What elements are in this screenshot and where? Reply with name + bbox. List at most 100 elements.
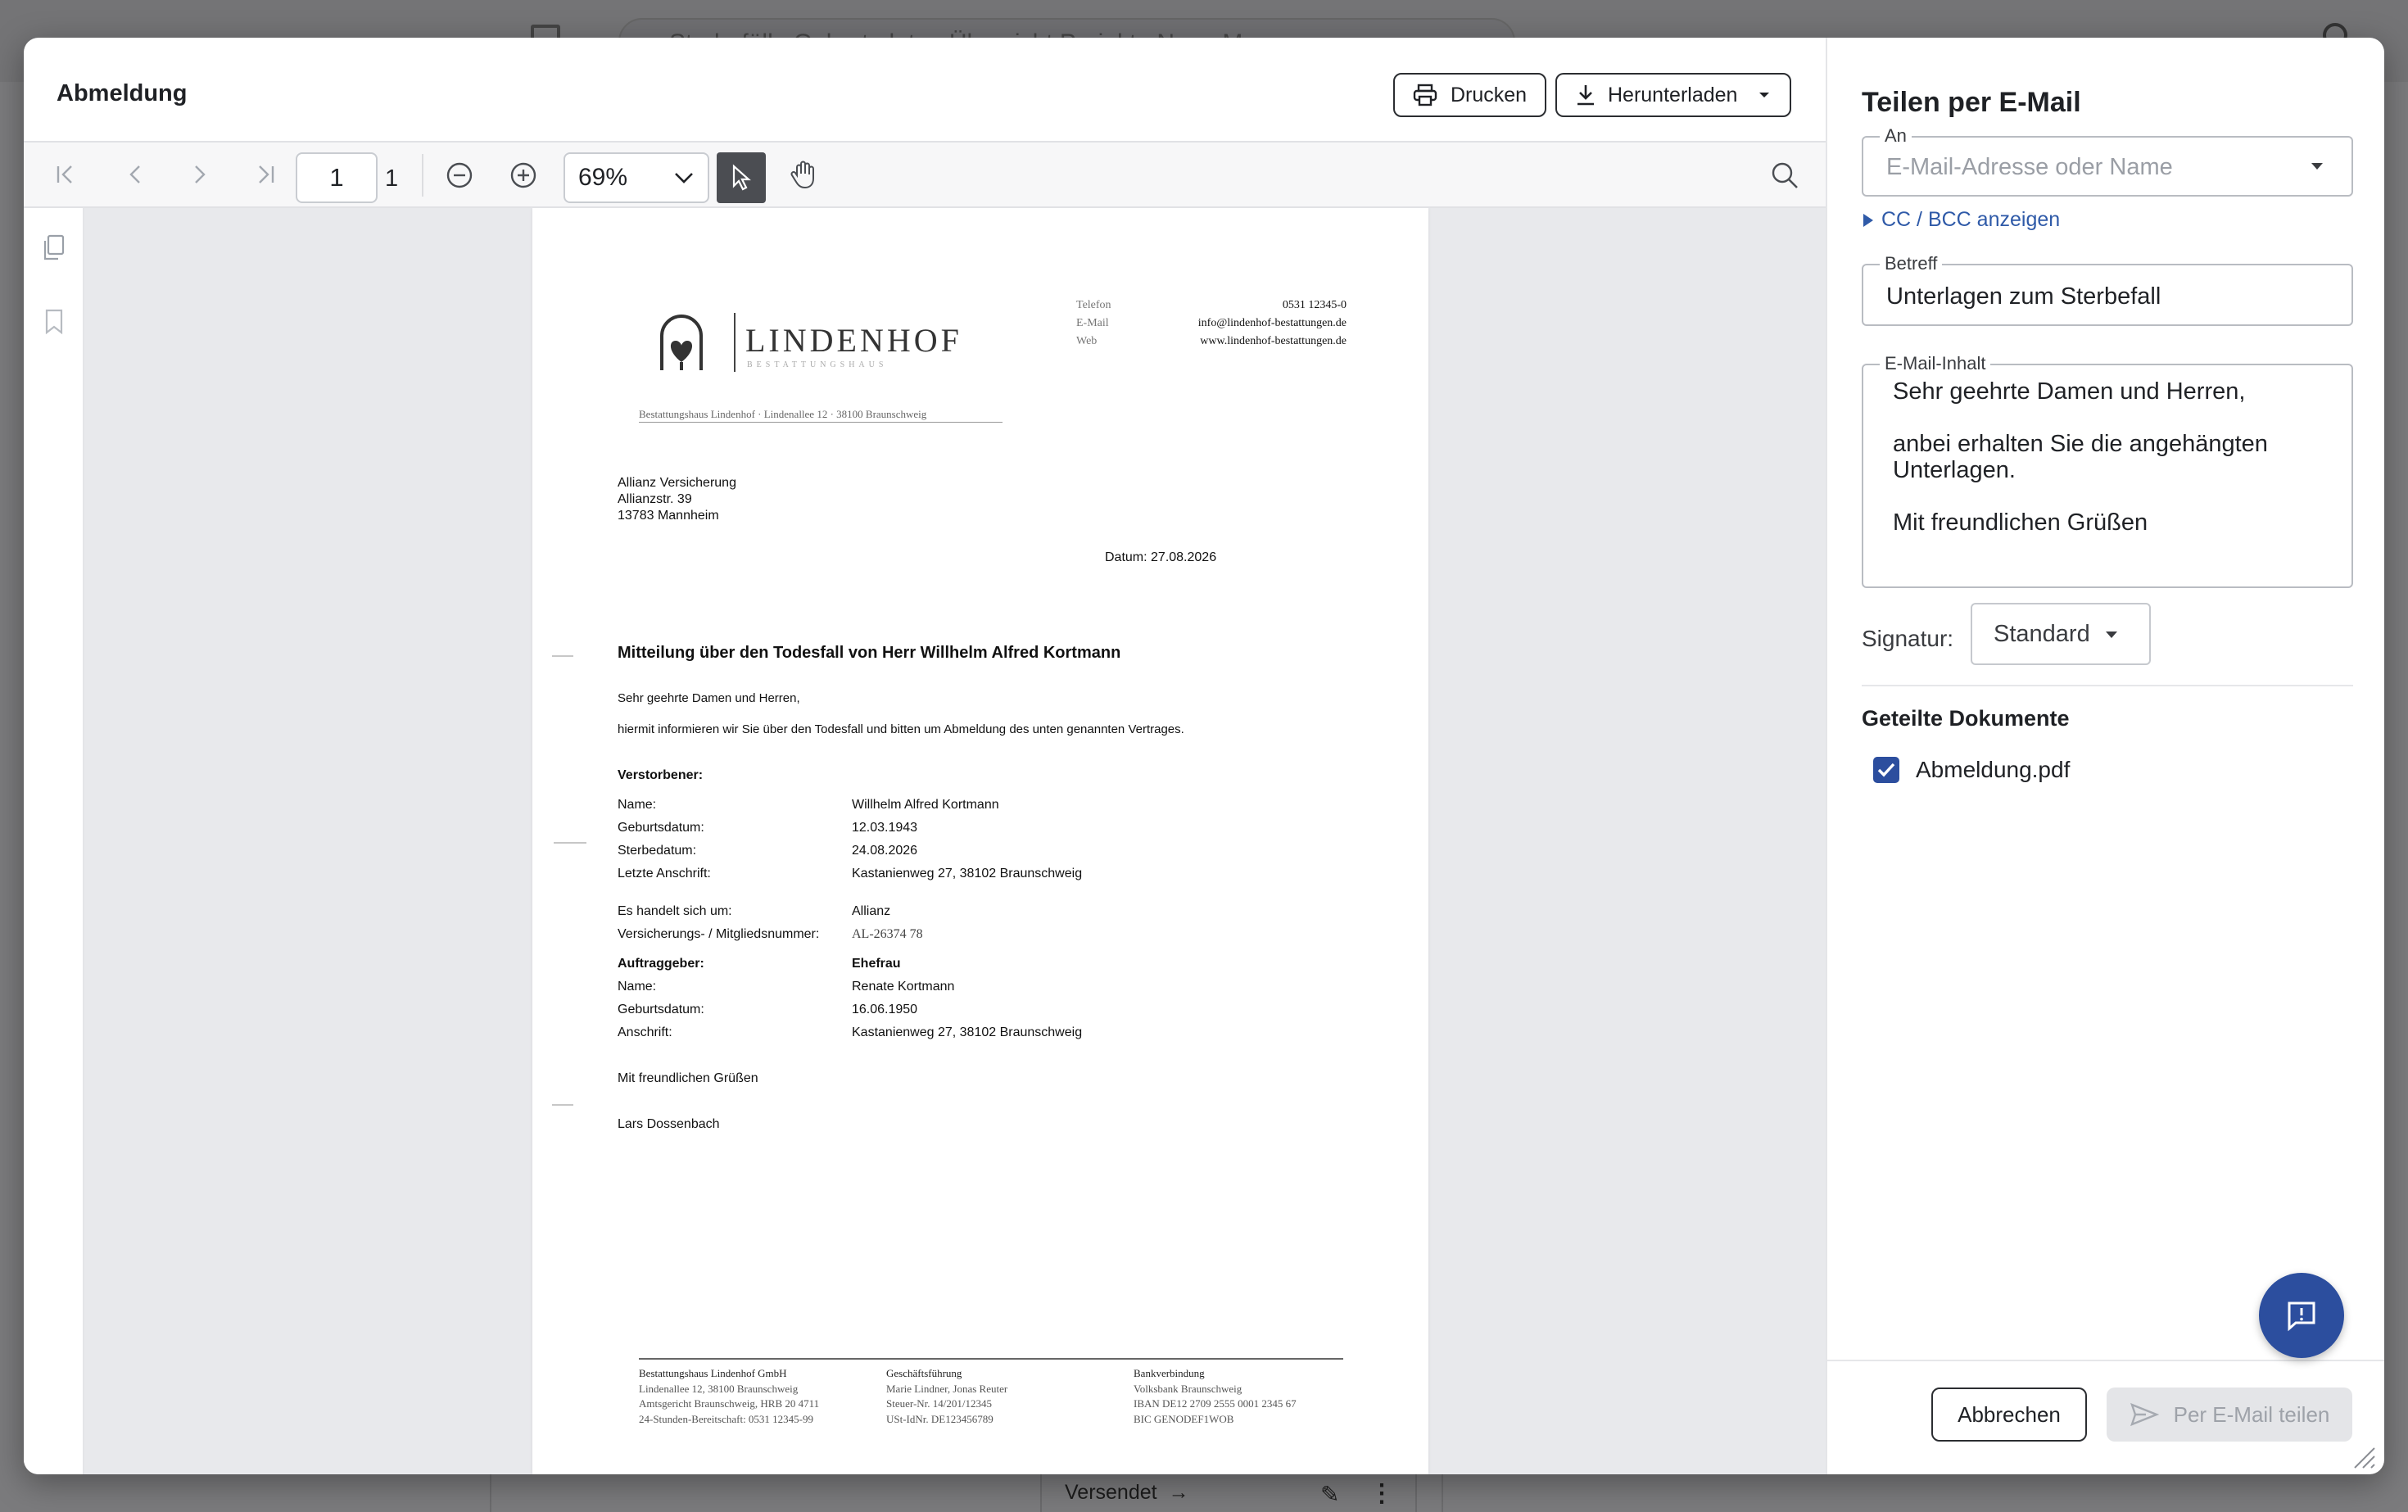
sender-line: Bestattungshaus Lindenhof · Lindenallee … xyxy=(639,406,1003,423)
pages-icon[interactable] xyxy=(42,234,66,262)
recipient-line: 13783 Mannheim xyxy=(618,509,719,523)
subject-field[interactable]: Betreff Unterlagen zum Sterbefall xyxy=(1862,253,2353,326)
hand-tool-icon[interactable] xyxy=(790,159,819,190)
client-name-row: Name: Renate Kortmann xyxy=(618,980,954,994)
background-status: Versendet → xyxy=(1065,1481,1189,1505)
field-key: Letzte Anschrift: xyxy=(618,867,711,880)
client-relation: Ehefrau xyxy=(852,957,901,971)
footer-line: Volksbank Braunschweig xyxy=(1134,1382,1242,1395)
body-line xyxy=(1893,483,2268,509)
contact-key: Telefon xyxy=(1076,299,1111,311)
letter-intro: hiermit informieren wir Sie über den Tod… xyxy=(618,722,1184,736)
footer-rule xyxy=(639,1358,1343,1360)
print-button[interactable]: Drucken xyxy=(1393,73,1547,117)
cc-bcc-label: CC / BCC anzeigen xyxy=(1881,208,2061,231)
contact-phone: Telefon 0531 12345-0 xyxy=(1076,297,1347,315)
body-line: anbei erhalten Sie die angehängten xyxy=(1893,431,2268,457)
document-share-modal: Abmeldung Drucken Herunterladen 1 1 69% xyxy=(24,38,2384,1474)
feedback-button[interactable] xyxy=(2259,1273,2344,1358)
contact-value: info@lindenhof-bestattungen.de xyxy=(1197,317,1347,329)
field-key: Versicherungs- / Mitgliedsnummer: xyxy=(618,927,820,941)
pdf-viewer-pane: Abmeldung Drucken Herunterladen 1 1 69% xyxy=(24,38,1826,1474)
search-icon[interactable] xyxy=(1770,161,1799,190)
fold-mark xyxy=(552,1104,573,1106)
next-page-icon[interactable] xyxy=(187,162,211,187)
field-key: Name: xyxy=(618,798,657,812)
zoom-out-icon[interactable] xyxy=(445,161,474,190)
body-label: E-Mail-Inhalt xyxy=(1880,353,1991,374)
document-canvas: LINDENHOF BESTATTUNGSHAUS Telefon 0531 12… xyxy=(84,208,1826,1474)
signature-select[interactable]: Standard xyxy=(1971,603,2151,665)
cc-bcc-toggle[interactable]: CC / BCC anzeigen xyxy=(1862,208,2060,232)
pencil-icon: ✎ xyxy=(1320,1482,1340,1507)
select-tool-button[interactable] xyxy=(717,152,766,203)
more-vert-icon: ⋮ xyxy=(1369,1480,1394,1507)
zoom-select[interactable]: 69% xyxy=(564,152,709,203)
zoom-in-icon[interactable] xyxy=(509,161,538,190)
cancel-button[interactable]: Abbrechen xyxy=(1931,1388,2087,1442)
bookmark-icon[interactable] xyxy=(43,308,65,336)
body-line: Mit freundlichen Grüßen xyxy=(1893,509,2148,536)
body-field[interactable]: E-Mail-Inhalt Sehr geehrte Damen und Her… xyxy=(1862,353,2353,588)
footer-line: Marie Lindner, Jonas Reuter xyxy=(886,1382,1008,1395)
contact-email: E-Mail info@lindenhof-bestattungen.de xyxy=(1076,315,1347,333)
arrow-right-icon: → xyxy=(1168,1481,1189,1504)
signature-value: Standard xyxy=(1994,621,2090,647)
section-divider xyxy=(1862,685,2353,686)
caret-down-icon[interactable] xyxy=(2309,161,2325,172)
to-label: An xyxy=(1880,125,1912,147)
to-placeholder: E-Mail-Adresse oder Name xyxy=(1886,154,2173,180)
recipient-line: Allianz Versicherung xyxy=(618,476,736,490)
resize-handle-icon[interactable] xyxy=(2350,1443,2378,1471)
previous-page-icon[interactable] xyxy=(124,162,148,187)
field-key: Geburtsdatum: xyxy=(618,1003,704,1016)
field-key: Sterbedatum: xyxy=(618,844,697,858)
first-page-icon[interactable] xyxy=(53,162,78,187)
footer-line: IBAN DE12 2709 2555 0001 2345 67 xyxy=(1134,1397,1297,1410)
cursor-icon xyxy=(732,164,751,191)
signature-label: Signatur: xyxy=(1862,626,1954,651)
company-subtitle: BESTATTUNGSHAUS xyxy=(747,360,888,369)
footer-management: Geschäftsführung Marie Lindner, Jonas Re… xyxy=(886,1366,1007,1427)
letter-date: Datum: 27.08.2026 xyxy=(1105,550,1217,564)
body-text: Sehr geehrte Damen und Herren, anbei erh… xyxy=(1893,378,2268,536)
recipient-line: Allianzstr. 39 xyxy=(618,492,692,506)
viewer-header: Abmeldung Drucken Herunterladen xyxy=(24,38,1826,143)
share-footer: Abbrechen Per E-Mail teilen xyxy=(1827,1360,2384,1474)
field-key: Name: xyxy=(618,980,657,994)
footer-company: Bestattungshaus Lindenhof GmbH Lindenall… xyxy=(639,1366,819,1427)
punch-mark xyxy=(554,842,586,844)
field-value: Kastanienweg 27, 38102 Braunschweig xyxy=(852,1025,1083,1039)
field-value: Allianz xyxy=(852,904,891,918)
footer-line: Lindenallee 12, 38100 Braunschweig xyxy=(639,1382,799,1395)
recipient-address: Allianz Versicherung Allianzstr. 39 1378… xyxy=(618,475,736,524)
contact-value: 0531 12345-0 xyxy=(1282,299,1347,311)
chevron-down-icon xyxy=(675,173,693,183)
lindenhof-logo-icon xyxy=(660,315,703,370)
page-number-input[interactable]: 1 xyxy=(296,152,378,203)
triangle-right-icon xyxy=(1863,213,1873,227)
deceased-address-row: Letzte Anschrift: Kastanienweg 27, 38102 … xyxy=(618,867,1082,881)
viewer-sidebar xyxy=(24,208,84,1474)
check-icon xyxy=(1877,763,1895,777)
send-email-button[interactable]: Per E-Mail teilen xyxy=(2107,1388,2352,1442)
contract-number-row: Versicherungs- / Mitgliedsnummer: AL-2637… xyxy=(618,927,923,942)
field-value: 12.03.1943 xyxy=(852,821,918,835)
document-checkbox[interactable] xyxy=(1873,757,1899,783)
contract-type-row: Es handelt sich um: Allianz xyxy=(618,904,890,919)
field-key: Anschrift: xyxy=(618,1025,672,1039)
client-heading-row: Auftraggeber: Ehefrau xyxy=(618,957,901,971)
send-label: Per E-Mail teilen xyxy=(2173,1401,2330,1427)
to-field[interactable]: An E-Mail-Adresse oder Name xyxy=(1862,125,2353,197)
footer-line: BIC GENODEF1WOB xyxy=(1134,1412,1234,1425)
shared-document-name: Abmeldung.pdf xyxy=(1916,757,2071,782)
body-line: Sehr geehrte Damen und Herren, xyxy=(1893,378,2246,405)
field-value: 24.08.2026 xyxy=(852,844,918,858)
last-page-icon[interactable] xyxy=(253,162,278,187)
field-value: 16.06.1950 xyxy=(852,1003,918,1016)
footer-bank: Bankverbindung Volksbank Braunschweig IB… xyxy=(1134,1366,1297,1427)
print-label: Drucken xyxy=(1451,83,1528,106)
field-value: Willhelm Alfred Kortmann xyxy=(852,798,999,812)
send-icon xyxy=(2130,1402,2159,1427)
download-button[interactable]: Herunterladen xyxy=(1555,73,1792,117)
